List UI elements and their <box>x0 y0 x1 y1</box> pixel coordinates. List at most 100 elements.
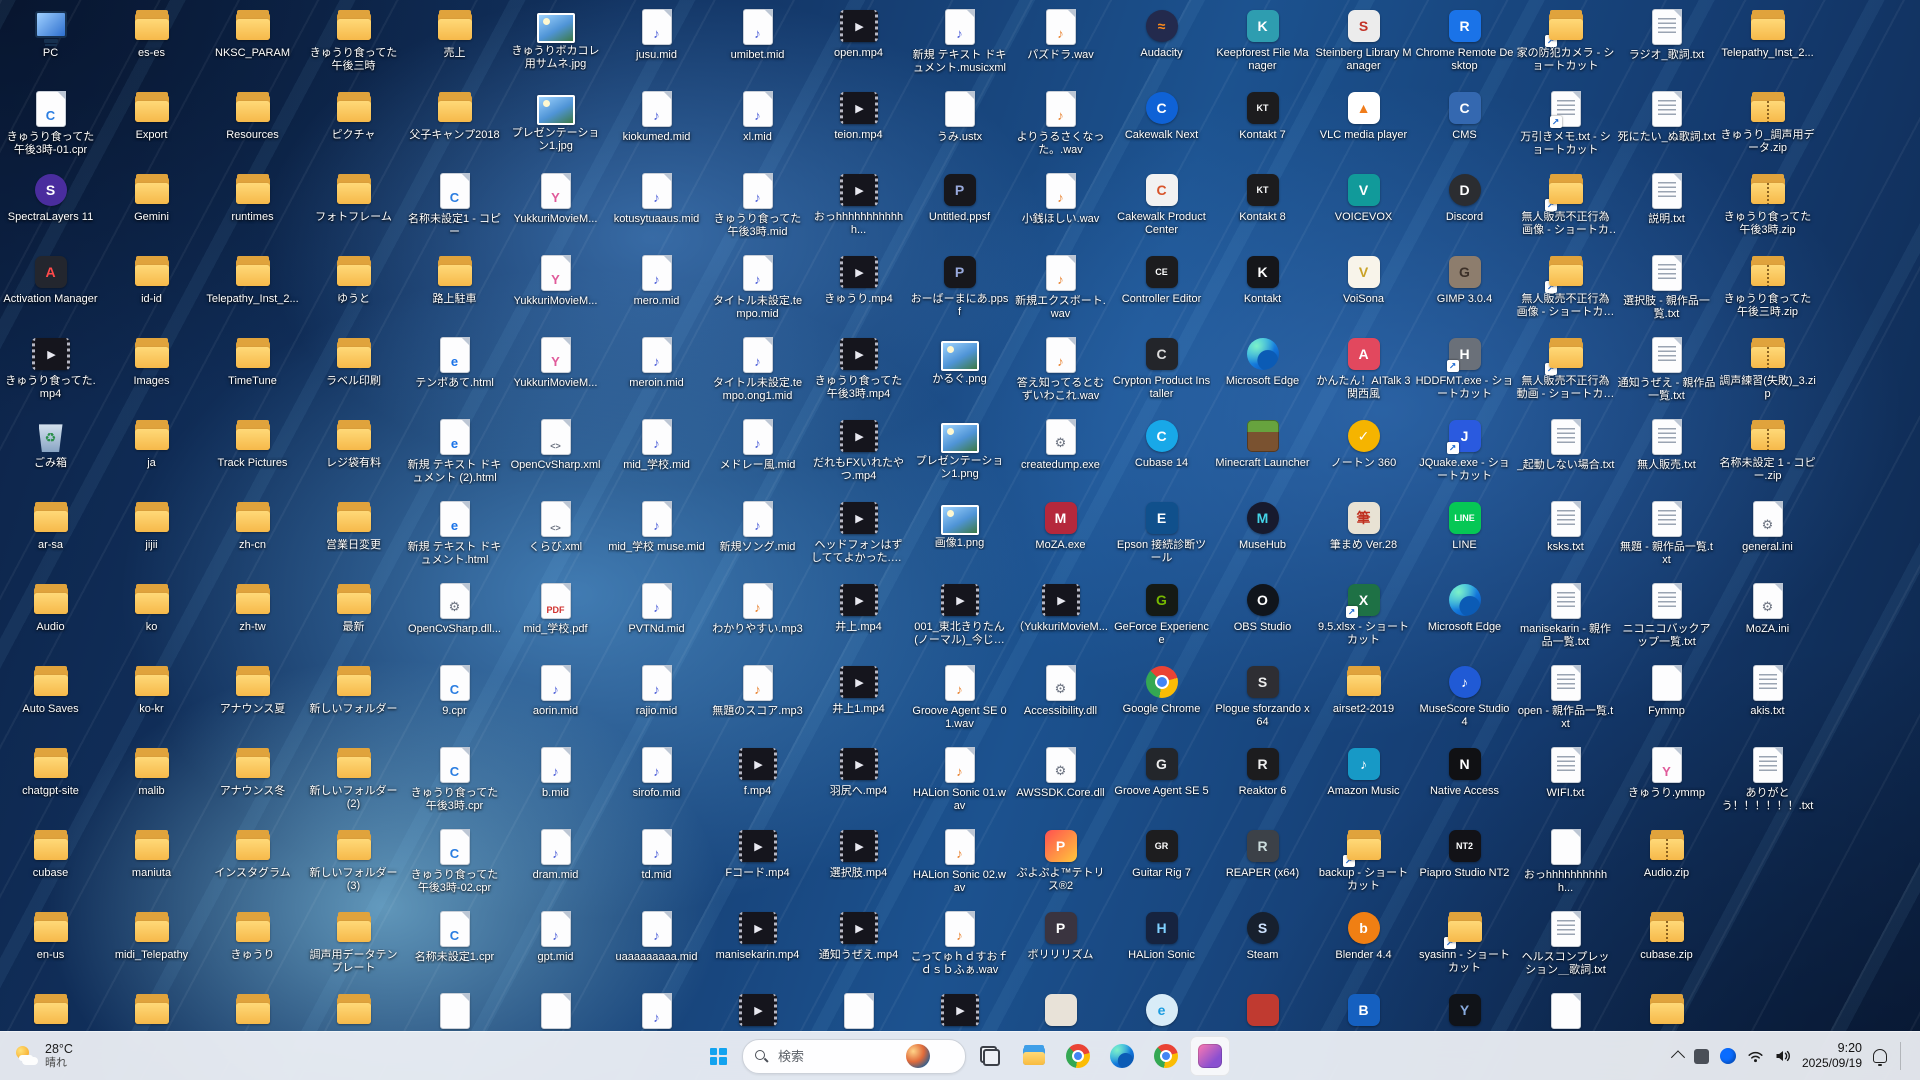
desktop-icon[interactable]: 死にたい_ぬ歌詞.txt <box>1616 86 1717 168</box>
desktop-icon[interactable]: 新しいフォルダー (3) <box>303 824 404 906</box>
desktop-icon[interactable]: C名称未設定1 - コピー <box>404 168 505 250</box>
desktop-icon[interactable]: KTKontakt 7 <box>1212 86 1313 168</box>
desktop-icon[interactable]: Auto Saves <box>0 660 101 742</box>
desktop-icon[interactable]: きゅうり食ってた午後三時.zip <box>1717 250 1818 332</box>
desktop-icon[interactable]: GGIMP 3.0.4 <box>1414 250 1515 332</box>
desktop-icon[interactable]: ⚙createdump.exe <box>1010 414 1111 496</box>
desktop-icon[interactable]: C名称未設定1.cpr <box>404 906 505 988</box>
desktop-icon[interactable]: 父子キャンプ2018 <box>404 86 505 168</box>
desktop-icon[interactable]: ラベル印刷 <box>303 332 404 414</box>
desktop-icon[interactable]: ♪無題のスコア.mp3 <box>707 660 808 742</box>
desktop-icon[interactable]: 羽尻へ.mp4 <box>808 742 909 824</box>
desktop-icon[interactable]: J↗JQuake.exe - ショートカット <box>1414 414 1515 496</box>
desktop-icon[interactable]: ▲VLC media player <box>1313 86 1414 168</box>
desktop-icon[interactable]: Cきゅうり食ってた午後3時-01.cpr <box>0 86 101 168</box>
desktop-icon[interactable]: Export <box>101 86 202 168</box>
desktop-icon[interactable]: ♪uaaaaaaaaa.mid <box>606 906 707 988</box>
desktop-icon[interactable]: ♪b.mid <box>505 742 606 824</box>
desktop-icon[interactable]: CCrypton Product Installer <box>1111 332 1212 414</box>
desktop-icon[interactable]: ♪aorin.mid <box>505 660 606 742</box>
desktop-icon[interactable]: Minecraft Launcher <box>1212 414 1313 496</box>
desktop-icon[interactable]: VVoiSona <box>1313 250 1414 332</box>
desktop-icon[interactable]: _起動しない場合.txt <box>1515 414 1616 496</box>
desktop-icon[interactable]: ↗syasinn - ショートカット <box>1414 906 1515 988</box>
desktop-icon[interactable]: きゅうり食ってた午後3時.mp4 <box>808 332 909 414</box>
chevron-up-icon[interactable] <box>1671 1050 1685 1064</box>
desktop-icon[interactable]: 無題 - 親作品一覧.txt <box>1616 496 1717 578</box>
desktop-icon[interactable]: VVOICEVOX <box>1313 168 1414 250</box>
desktop-icon[interactable]: ♪umibet.mid <box>707 4 808 86</box>
desktop-icon[interactable]: YYukkuriMovieM... <box>505 250 606 332</box>
weather-widget[interactable]: 28°C 晴れ <box>0 1032 87 1080</box>
start-button[interactable] <box>698 1036 738 1076</box>
desktop-icon[interactable]: ⚙Accessibility.dll <box>1010 660 1111 742</box>
volume-icon[interactable] <box>1775 1049 1791 1063</box>
desktop-icon[interactable]: CCMS <box>1414 86 1515 168</box>
desktop-icon[interactable]: （YukkuriMovieM... <box>1010 578 1111 660</box>
desktop-icon[interactable]: X↗9.5.xlsx - ショートカット <box>1313 578 1414 660</box>
desktop-icon[interactable]: アナウンス夏 <box>202 660 303 742</box>
desktop-icon[interactable]: ♪Groove Agent SE 01.wav <box>909 660 1010 742</box>
desktop-icon[interactable]: ↗家の防犯カメラ - ショートカット <box>1515 4 1616 86</box>
desktop-icon[interactable]: zh-cn <box>202 496 303 578</box>
desktop-icon[interactable]: きゅうり食ってた午後3時.zip <box>1717 168 1818 250</box>
desktop-icon[interactable]: ksks.txt <box>1515 496 1616 578</box>
search-highlight-image[interactable] <box>906 1044 930 1068</box>
desktop-icon[interactable]: ♪mid_学校 muse.mid <box>606 496 707 578</box>
desktop-icon[interactable]: e新規 テキスト ドキュメント.html <box>404 496 505 578</box>
desktop-icon[interactable]: ♪新規エクスポート.wav <box>1010 250 1111 332</box>
desktop-icon[interactable]: RREAPER (x64) <box>1212 824 1313 906</box>
desktop-icon[interactable]: 井上.mp4 <box>808 578 909 660</box>
desktop-icon[interactable]: プレゼンテーション1.jpg <box>505 86 606 168</box>
desktop-icon[interactable]: SSteam <box>1212 906 1313 988</box>
taskbar-app-screenshot-tool[interactable] <box>1190 1036 1230 1076</box>
desktop-icon[interactable]: KKeepforest File Manager <box>1212 4 1313 86</box>
desktop-icon[interactable]: GGroove Agent SE 5 <box>1111 742 1212 824</box>
desktop-icon[interactable]: ♪meroin.mid <box>606 332 707 414</box>
desktop-icon[interactable]: ♪新規ソング.mid <box>707 496 808 578</box>
desktop-icon[interactable]: KKontakt <box>1212 250 1313 332</box>
desktop-icon[interactable]: NT2Piapro Studio NT2 <box>1414 824 1515 906</box>
desktop-icon[interactable]: きゅうり.mp4 <box>808 250 909 332</box>
desktop-icon[interactable]: ♪MuseScore Studio 4 <box>1414 660 1515 742</box>
desktop-icon[interactable]: en-us <box>0 906 101 988</box>
desktop-icon[interactable]: フォトフレーム <box>303 168 404 250</box>
desktop-icon[interactable]: GRGuitar Rig 7 <box>1111 824 1212 906</box>
desktop-icon[interactable]: ja <box>101 414 202 496</box>
taskbar-app-edge[interactable] <box>1102 1036 1142 1076</box>
taskbar-app-chrome[interactable] <box>1058 1036 1098 1076</box>
desktop-icon[interactable]: PC <box>0 4 101 86</box>
desktop-icon[interactable]: ♪わかりやすい.mp3 <box>707 578 808 660</box>
desktop-icon[interactable]: ↗無人販売不正行為画像 - ショートカッ... <box>1515 168 1616 250</box>
desktop-icon[interactable]: きゅうり食ってた午後三時 <box>303 4 404 86</box>
desktop-icon[interactable]: DDiscord <box>1414 168 1515 250</box>
desktop-icon[interactable]: ♪タイトル未設定.tempo.mid <box>707 250 808 332</box>
desktop-icon[interactable]: ko-kr <box>101 660 202 742</box>
desktop-icon[interactable]: OOBS Studio <box>1212 578 1313 660</box>
desktop-icon[interactable]: ♪答え知ってるとむずいわこれ.wav <box>1010 332 1111 414</box>
desktop-icon[interactable]: ありがとう！！！！！！.txt <box>1717 742 1818 824</box>
desktop-icon[interactable]: Fymmp <box>1616 660 1717 742</box>
desktop-icon[interactable]: CCubase 14 <box>1111 414 1212 496</box>
desktop-icon[interactable]: Fコード.mp4 <box>707 824 808 906</box>
desktop-icon[interactable]: e新規 テキスト ドキュメント (2).html <box>404 414 505 496</box>
desktop-icon[interactable]: ✓ノートン 360 <box>1313 414 1414 496</box>
show-desktop-button[interactable] <box>1900 1042 1906 1071</box>
desktop-icon[interactable]: PUntitled.ppsf <box>909 168 1010 250</box>
desktop-icon[interactable]: ♪新規 テキスト ドキュメント.musicxml <box>909 4 1010 86</box>
desktop-icon[interactable]: Yきゅうり.ymmp <box>1616 742 1717 824</box>
desktop-icon[interactable]: ♪xl.mid <box>707 86 808 168</box>
search-box[interactable] <box>742 1039 966 1074</box>
desktop-icon[interactable]: PDFmid_学校.pdf <box>505 578 606 660</box>
desktop-icon[interactable]: eテンポあて.html <box>404 332 505 414</box>
search-input[interactable] <box>776 1048 898 1065</box>
desktop-icon[interactable]: SPlogue sforzando x64 <box>1212 660 1313 742</box>
desktop-icon[interactable]: id-id <box>101 250 202 332</box>
desktop-icon[interactable]: 選択肢 - 親作品一覧.txt <box>1616 250 1717 332</box>
desktop-icon[interactable]: MMoZA.exe <box>1010 496 1111 578</box>
desktop-icon[interactable]: ♪sirofo.mid <box>606 742 707 824</box>
desktop-icon[interactable]: teion.mp4 <box>808 86 909 168</box>
desktop-icon[interactable]: Pポリリリズム <box>1010 906 1111 988</box>
desktop-icon[interactable]: 説明.txt <box>1616 168 1717 250</box>
desktop-icon[interactable]: Cきゅうり食ってた午後3時-02.cpr <box>404 824 505 906</box>
